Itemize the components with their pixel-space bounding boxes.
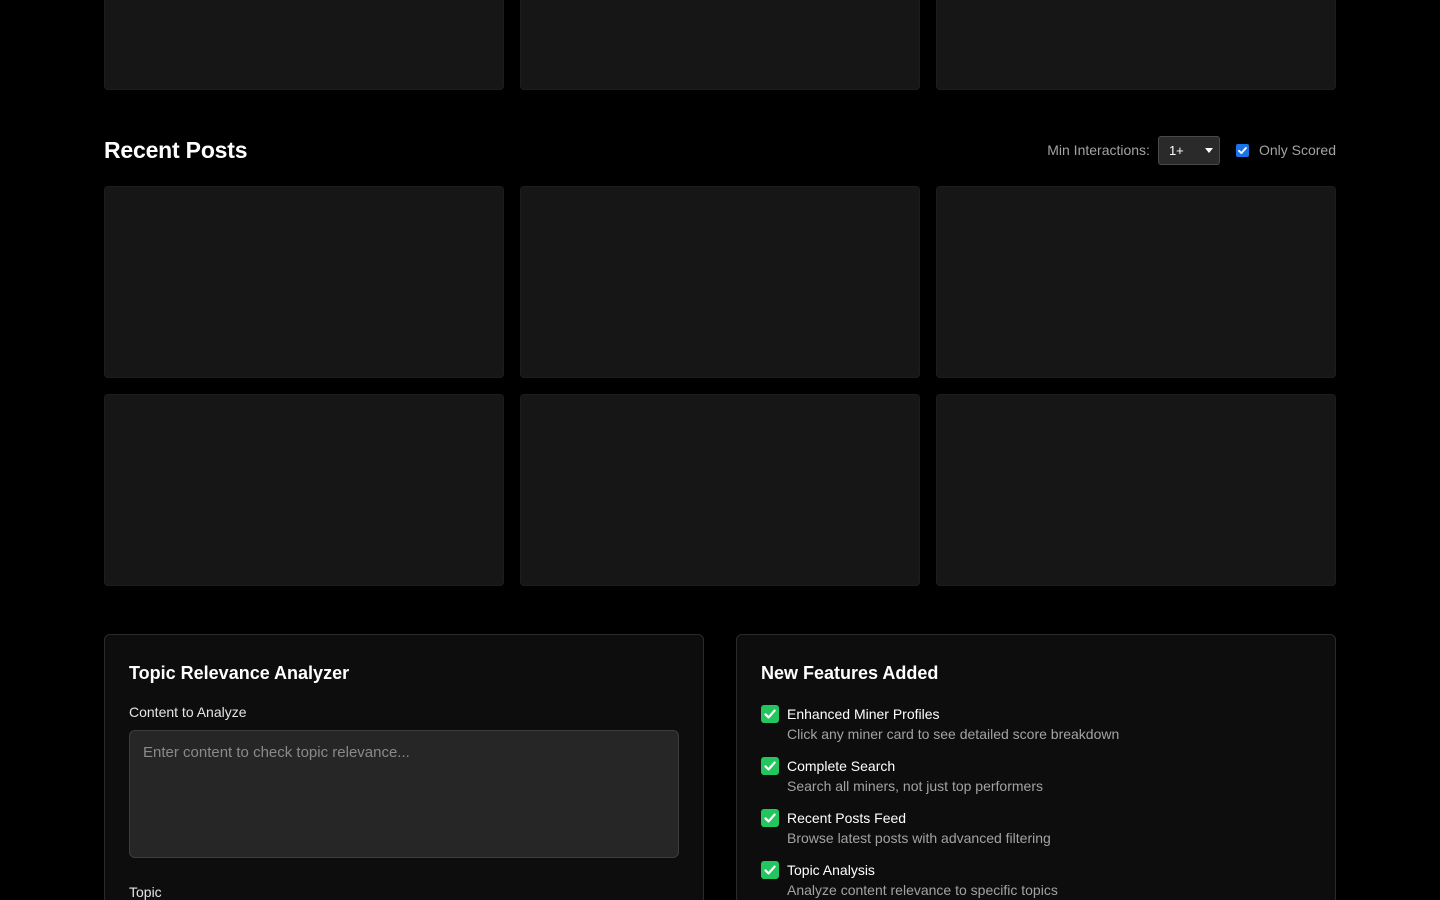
feature-description: Analyze content relevance to specific to… (787, 882, 1058, 898)
post-card[interactable] (104, 394, 504, 586)
check-mark-icon (761, 757, 779, 775)
feature-item: Recent Posts Feed Browse latest posts wi… (761, 808, 1311, 848)
check-mark-icon (761, 861, 779, 879)
post-filters: Min Interactions: 1+ Only Scored (1047, 135, 1336, 165)
recent-posts-grid (104, 186, 1336, 586)
content-label: Content to Analyze (129, 704, 247, 720)
post-card[interactable] (936, 186, 1336, 378)
feature-list: Enhanced Miner Profiles Click any miner … (761, 704, 1311, 900)
new-features-title: New Features Added (761, 663, 939, 683)
check-mark-icon (761, 705, 779, 723)
feature-item: Enhanced Miner Profiles Click any miner … (761, 704, 1311, 744)
check-mark-icon (761, 809, 779, 827)
only-scored-label[interactable]: Only Scored (1259, 142, 1336, 158)
only-scored-checkbox[interactable] (1235, 143, 1249, 157)
miner-card[interactable] (936, 0, 1336, 90)
min-interactions-select[interactable]: 1+ (1157, 135, 1220, 165)
content-textarea[interactable]: Enter content to check topic relevance..… (129, 730, 679, 858)
recent-posts-title: Recent Posts (104, 136, 248, 163)
topic-analyzer-panel: Topic Relevance Analyzer Content to Anal… (104, 634, 704, 900)
feature-title: Topic Analysis (787, 862, 875, 878)
post-card[interactable] (520, 394, 920, 586)
feature-description: Click any miner card to see detailed sco… (787, 726, 1120, 742)
miner-card[interactable] (104, 0, 504, 90)
feature-title: Enhanced Miner Profiles (787, 706, 940, 722)
feature-title: Recent Posts Feed (787, 810, 907, 826)
feature-item: Topic Analysis Analyze content relevance… (761, 860, 1311, 900)
recent-posts-header: Recent Posts Min Interactions: 1+ Only S… (104, 130, 1336, 170)
post-card[interactable] (936, 394, 1336, 586)
feature-item: Complete Search Search all miners, not j… (761, 756, 1311, 796)
bottom-panels: Topic Relevance Analyzer Content to Anal… (104, 634, 1336, 900)
content-placeholder: Enter content to check topic relevance..… (143, 744, 410, 761)
miner-card[interactable] (520, 0, 920, 90)
chevron-down-icon (1204, 147, 1213, 153)
checkmark-icon (1238, 146, 1247, 154)
topic-label: Topic (129, 884, 162, 900)
post-card[interactable] (104, 186, 504, 378)
page-content: Recent Posts Min Interactions: 1+ Only S… (104, 0, 1336, 900)
min-interactions-label: Min Interactions: (1047, 142, 1150, 158)
topic-analyzer-title: Topic Relevance Analyzer (129, 663, 350, 683)
feature-description: Search all miners, not just top performe… (787, 778, 1043, 794)
feature-description: Browse latest posts with advanced filter… (787, 830, 1051, 846)
min-interactions-value: 1+ (1168, 142, 1184, 158)
post-card[interactable] (520, 186, 920, 378)
feature-title: Complete Search (787, 758, 896, 774)
new-features-panel: New Features Added Enhanced Miner Profil… (736, 634, 1336, 900)
miner-cards-row (104, 0, 1336, 90)
